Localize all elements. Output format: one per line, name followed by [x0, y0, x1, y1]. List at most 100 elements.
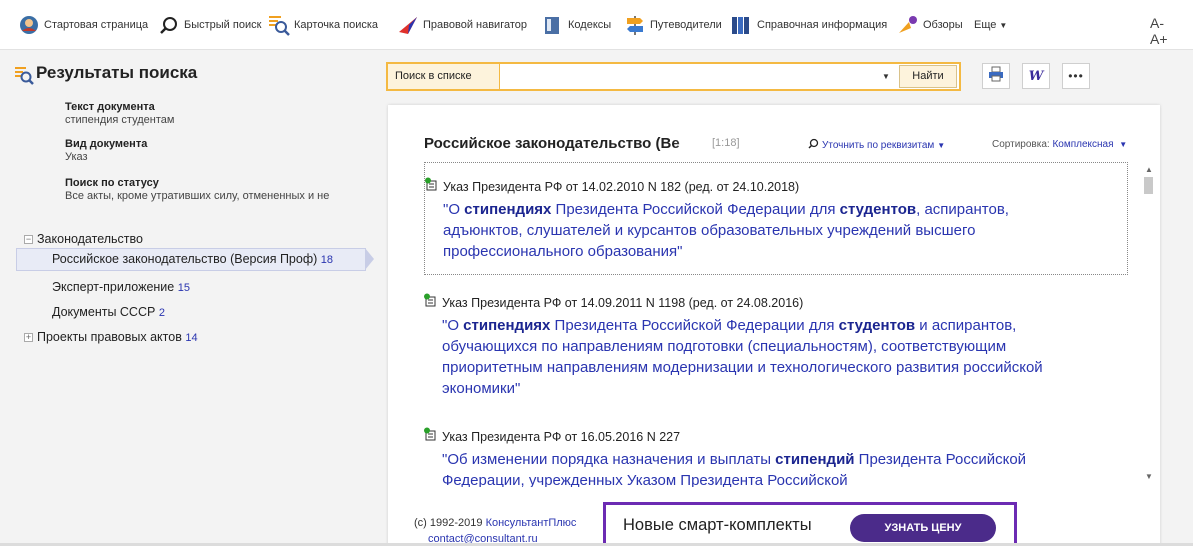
- find-button[interactable]: Найти: [899, 65, 957, 88]
- font-increase-button[interactable]: A+: [1150, 31, 1168, 47]
- reference-icon: [731, 14, 753, 36]
- toolbar-reviews[interactable]: Обзоры: [897, 13, 963, 37]
- tree-item-label: Эксперт-приложение: [52, 280, 175, 294]
- chevron-down-icon: ▼: [937, 140, 946, 150]
- list-scrollbar[interactable]: ▲ ▼: [1142, 165, 1156, 487]
- tree-item-label: Документы СССР: [52, 305, 156, 319]
- toolbar-legal-navigator-label: Правовой навигатор: [423, 19, 527, 31]
- chevron-down-icon[interactable]: ▼: [882, 72, 890, 81]
- left-panel: Результаты поиска Текст документа стипен…: [0, 51, 374, 546]
- results-title-text: Результаты поиска: [36, 63, 198, 82]
- toolbar-legal-navigator[interactable]: Правовой навигатор: [397, 13, 527, 37]
- tree-legislation[interactable]: − Законодательство: [24, 232, 143, 246]
- list-item[interactable]: Указ Президента РФ от 14.09.2011 N 1198 …: [424, 280, 1128, 400]
- company-link[interactable]: КонсультантПлюс: [486, 517, 577, 529]
- toolbar-search-card-label: Карточка поиска: [294, 19, 379, 31]
- navigator-icon: [397, 14, 419, 36]
- print-button[interactable]: [982, 63, 1010, 89]
- tree-item-expert[interactable]: Эксперт-приложение 15: [52, 280, 190, 294]
- criterion-status[interactable]: Поиск по статусу Все акты, кроме утратив…: [65, 177, 329, 203]
- print-icon: [988, 66, 1004, 87]
- tree-projects-count: 14: [185, 332, 198, 344]
- criterion-label: Вид документа: [65, 138, 148, 150]
- doc-heading: Указ Президента РФ от 14.02.2010 N 182 (…: [443, 180, 800, 194]
- toolbar-reference-label: Справочная информация: [757, 19, 888, 31]
- doc-title-link[interactable]: "О стипендиях Президента Российской Феде…: [442, 315, 1082, 399]
- tree-item-ussr[interactable]: Документы СССР 2: [52, 305, 165, 319]
- codex-icon: [542, 14, 564, 36]
- toolbar-quick-search-label: Быстрый поиск: [184, 19, 262, 31]
- get-price-button[interactable]: УЗНАТЬ ЦЕНУ: [850, 514, 996, 542]
- sort-label: Сортировка:: [992, 139, 1050, 150]
- guides-icon: [624, 14, 646, 36]
- refine-label: Уточнить по реквизитам: [822, 139, 935, 151]
- list-range: [1:18]: [712, 137, 740, 149]
- copyright-text: (c) 1992-2019 КонсультантПлюс: [414, 517, 577, 529]
- doc-heading: Указ Президента РФ от 14.09.2011 N 1198 …: [442, 296, 804, 310]
- doc-title-link[interactable]: "О стипендиях Президента Российской Феде…: [443, 199, 1083, 262]
- expand-icon[interactable]: +: [24, 333, 33, 342]
- scroll-up-icon[interactable]: ▲: [1145, 165, 1153, 174]
- tree-projects-label: Проекты правовых актов: [37, 330, 182, 344]
- criterion-label: Текст документа: [65, 101, 155, 113]
- toolbar-search-card[interactable]: Карточка поиска: [268, 13, 378, 37]
- toolbar-reviews-label: Обзоры: [923, 19, 963, 31]
- results-title: Результаты поиска: [15, 63, 198, 85]
- toolbar-quick-search[interactable]: Быстрый поиск: [158, 13, 261, 37]
- toolbar-codexes[interactable]: Кодексы: [542, 13, 611, 37]
- collapse-icon[interactable]: −: [24, 235, 33, 244]
- top-toolbar: Стартовая страница Быстрый поиск Карточк…: [0, 0, 1193, 50]
- sort-value: Комплексная: [1052, 139, 1114, 150]
- criterion-label: Поиск по статусу: [65, 177, 159, 189]
- more-actions-button[interactable]: •••: [1062, 63, 1090, 89]
- font-size-controls: A-A+: [1150, 15, 1193, 47]
- tree-legislation-label: Законодательство: [37, 232, 143, 246]
- tree-item-rf-legislation[interactable]: Российское законодательство (Версия Проф…: [52, 252, 333, 266]
- scrollbar-thumb[interactable]: [1144, 177, 1153, 194]
- toolbar-more[interactable]: Еще ▼: [974, 13, 1007, 37]
- criterion-value: Указ: [65, 151, 88, 163]
- tree-item-count: 15: [177, 282, 190, 294]
- search-results-icon: [14, 65, 34, 90]
- toolbar-start-page-label: Стартовая страница: [44, 19, 149, 31]
- font-decrease-button[interactable]: A-: [1150, 15, 1164, 31]
- toolbar-reference[interactable]: Справочная информация: [731, 13, 887, 37]
- tree-item-count: 18: [320, 254, 334, 266]
- search-icon: [158, 14, 180, 36]
- sort-control[interactable]: Сортировка: Комплексная ▼: [992, 139, 1127, 150]
- tree-projects[interactable]: + Проекты правовых актов 14: [24, 330, 198, 344]
- home-icon: [18, 14, 40, 36]
- tree-item-count: 2: [158, 307, 165, 319]
- toolbar-more-label: Еще: [974, 19, 997, 31]
- chevron-down-icon: ▼: [1119, 140, 1128, 149]
- doc-title-link[interactable]: "Об изменении порядка назначения и выпла…: [442, 449, 1042, 487]
- word-icon: W: [1028, 68, 1044, 84]
- toolbar-guides-label: Путеводители: [650, 19, 722, 31]
- criterion-value: Все акты, кроме утративших силу, отменен…: [65, 190, 330, 202]
- search-in-list-label: Поиск в списке: [388, 64, 500, 89]
- scroll-down-icon[interactable]: ▼: [1145, 472, 1153, 481]
- search-card-icon: [268, 14, 290, 36]
- chevron-down-icon: ▼: [999, 20, 1008, 30]
- criterion-value: стипендия студентам: [65, 114, 175, 126]
- criterion-doc-text[interactable]: Текст документа стипендия студентам: [65, 101, 174, 127]
- search-input[interactable]: [501, 64, 896, 89]
- criterion-doc-type[interactable]: Вид документа Указ: [65, 138, 147, 164]
- word-export-button[interactable]: W: [1022, 63, 1050, 89]
- list-item[interactable]: Указ Президента РФ от 14.02.2010 N 182 (…: [424, 162, 1128, 275]
- toolbar-start-page[interactable]: Стартовая страница: [18, 13, 148, 37]
- refine-by-details-button[interactable]: Уточнить по реквизитам ▼: [808, 138, 945, 152]
- list-search-bar: Поиск в списке ▼ Найти: [386, 62, 961, 91]
- toolbar-guides[interactable]: Путеводители: [624, 13, 722, 37]
- document-valid-icon: [424, 177, 438, 196]
- document-valid-icon: [423, 293, 437, 312]
- promo-banner[interactable]: Новые смарт-комплекты УЗНАТЬ ЦЕНУ: [603, 502, 1017, 546]
- document-list-panel: Российское законодательство (Ве [1:18] У…: [388, 105, 1160, 546]
- reviews-icon: [897, 14, 919, 36]
- list-title: Российское законодательство (Ве: [424, 135, 709, 152]
- doc-heading: Указ Президента РФ от 16.05.2016 N 227: [442, 430, 681, 444]
- document-valid-icon: [424, 427, 437, 446]
- tree-item-label: Российское законодательство (Версия Проф…: [52, 252, 318, 266]
- list-item[interactable]: Указ Президента РФ от 16.05.2016 N 227 "…: [424, 415, 1128, 487]
- more-icon: •••: [1068, 69, 1084, 83]
